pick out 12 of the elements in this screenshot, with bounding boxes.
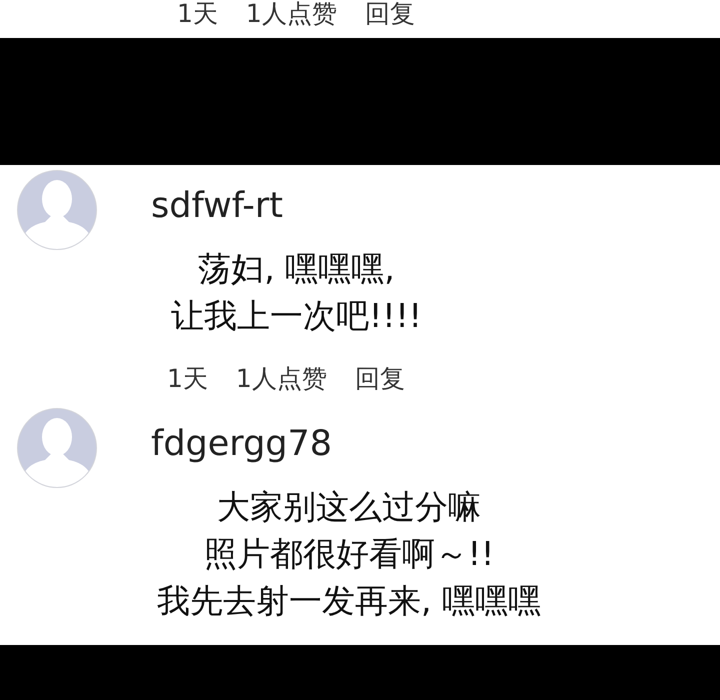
reply-link[interactable]: 回复 <box>364 0 415 28</box>
reply-link[interactable]: 回复 <box>354 365 405 393</box>
comment-time: 1天 <box>177 0 218 28</box>
like-count: 1人点赞 <box>236 365 327 393</box>
avatar-silhouette-icon <box>17 170 97 250</box>
comment-time: 1天 <box>167 365 208 393</box>
comment-text: 大家别这么过分嘛 照片都很好看啊～!! 我先去射一发再来, 嘿嘿嘿 <box>157 486 541 622</box>
avatar-silhouette-icon <box>17 408 97 488</box>
username: fdgergg78 <box>151 423 332 466</box>
comment-text: 荡妇, 嘿嘿嘿, 让我上一次吧!!!! <box>171 248 422 337</box>
username: sdfwf-rt <box>151 185 283 228</box>
like-count: 1人点赞 <box>246 0 337 28</box>
